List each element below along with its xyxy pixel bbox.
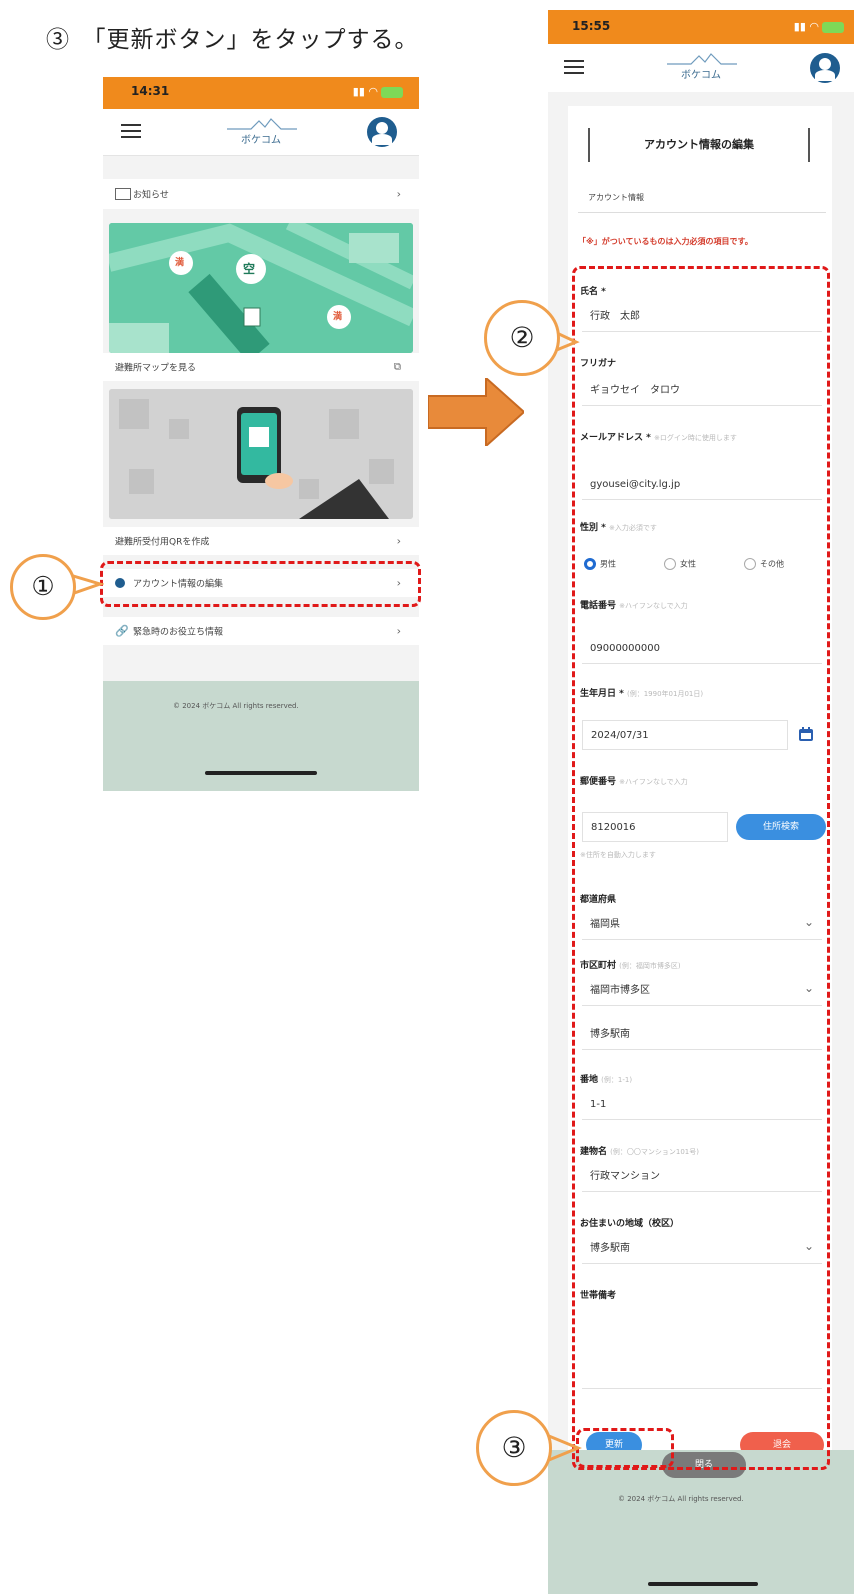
emergency-info-row[interactable]: 🔗 緊急時のお役立ち情報 › (103, 617, 419, 645)
signal-battery-icon: ▮▮ ◠ (353, 85, 403, 98)
app-logo: ボケコム (216, 115, 306, 146)
phone-left-footer: © 2024 ボケコム All rights reserved. (103, 681, 419, 791)
home-indicator (205, 771, 317, 775)
menu-icon[interactable] (564, 60, 584, 74)
map-pin-full-2: 満 (333, 312, 343, 322)
app-header: ボケコム (548, 44, 854, 92)
highlight-account-edit (100, 561, 421, 607)
logo-text: ボケコム (681, 70, 721, 81)
phone-home-lower: 避難所受付用QRを作成 › アカウント情報の編集 › 🔗 緊急時のお役立ち情報 … (103, 387, 419, 691)
highlight-update-button (576, 1428, 674, 1468)
status-time: 15:55 (572, 19, 611, 33)
chevron-right-icon: › (396, 624, 401, 638)
required-note: 「※」がついているものは入力必須の項目です。 (578, 237, 753, 246)
highlight-form (572, 266, 830, 1470)
annotation-2: ② (484, 300, 560, 376)
account-avatar-icon[interactable] (810, 53, 840, 83)
step-title: ③ 「更新ボタン」をタップする。 (46, 27, 419, 53)
map-pin-vacant: 空 (243, 262, 256, 276)
divider (578, 212, 826, 213)
map-pin-full: 満 (175, 258, 185, 268)
account-info-heading: アカウント情報 (588, 193, 644, 202)
status-bar: 15:55 ▮▮ ◠ (548, 10, 854, 44)
phone-home-screen: 14:31 ▮▮ ◠ ボケコム お知らせ › 満 空 満 避難所マップを見る ⧉ (103, 77, 419, 391)
status-time: 14:31 (131, 84, 170, 98)
qr-create-row[interactable]: 避難所受付用QRを作成 › (103, 527, 419, 555)
shelter-map-label: 避難所マップを見る (115, 363, 197, 374)
emergency-info-label: 緊急時のお役立ち情報 (133, 627, 224, 638)
menu-icon[interactable] (121, 124, 141, 138)
arrow-right-icon (428, 378, 524, 446)
section-title: アカウント情報の編集 (588, 128, 810, 162)
phone-right-footer: 閉る © 2024 ボケコム All rights reserved. (548, 1450, 854, 1594)
notices-label: お知らせ (133, 190, 169, 201)
shelter-map-row[interactable]: 避難所マップを見る ⧉ (103, 353, 419, 381)
qr-create-label: 避難所受付用QRを作成 (115, 537, 210, 548)
news-icon (115, 188, 131, 200)
annotation-1: ① (10, 554, 76, 620)
account-avatar-icon[interactable] (367, 117, 397, 147)
footer-text: © 2024 ボケコム All rights reserved. (173, 702, 299, 710)
qr-card[interactable] (109, 389, 413, 519)
shelter-map-card[interactable]: 満 空 満 (109, 223, 413, 353)
app-header: ボケコム (103, 109, 419, 156)
notices-row[interactable]: お知らせ › (103, 179, 419, 209)
chevron-right-icon: › (396, 187, 401, 201)
signal-battery-icon: ▮▮ ◠ (794, 20, 844, 33)
chevron-right-icon: › (396, 534, 401, 548)
logo-text: ボケコム (241, 135, 281, 146)
app-logo: ボケコム (656, 50, 746, 81)
external-link-icon: ⧉ (393, 361, 401, 373)
status-bar: 14:31 ▮▮ ◠ (103, 77, 419, 109)
home-indicator (648, 1582, 758, 1586)
link-icon: 🔗 (115, 624, 129, 638)
annotation-3: ③ (476, 1410, 552, 1486)
footer-text: © 2024 ボケコム All rights reserved. (618, 1495, 744, 1503)
